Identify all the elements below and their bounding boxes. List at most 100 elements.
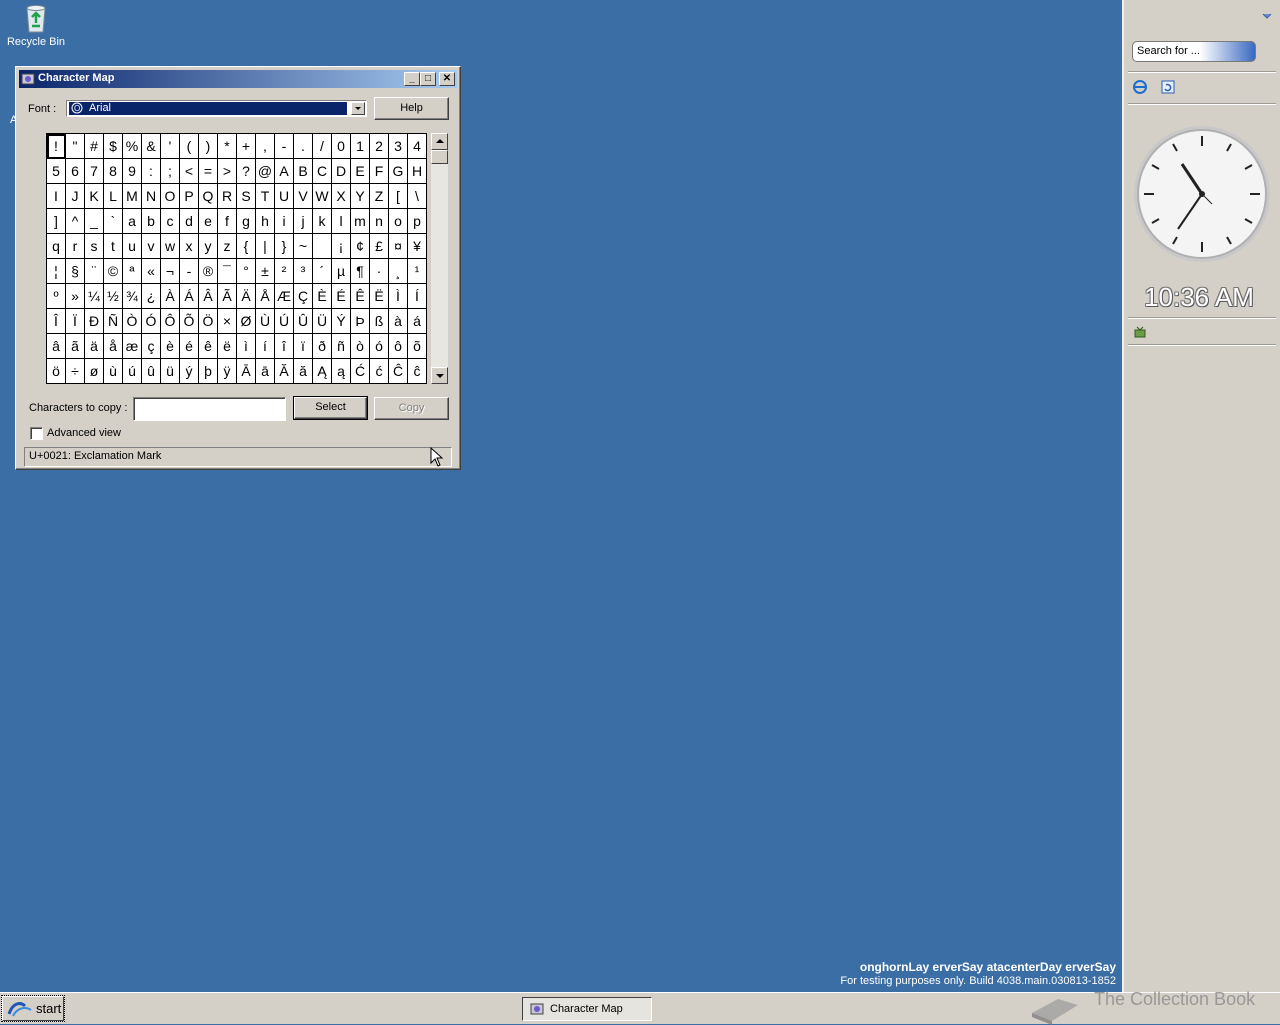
character-cell[interactable]: % <box>123 134 142 159</box>
minimize-button[interactable]: _ <box>404 72 420 86</box>
character-cell[interactable]: . <box>294 134 313 159</box>
character-cell[interactable]: ó <box>370 334 389 359</box>
character-cell[interactable]: \ <box>408 184 427 209</box>
characters-to-copy-input[interactable] <box>133 397 286 421</box>
character-cell[interactable]: - <box>275 134 294 159</box>
character-cell[interactable]: 6 <box>66 159 85 184</box>
character-cell[interactable]: z <box>218 234 237 259</box>
recycle-bin-icon-group[interactable]: Recycle Bin <box>4 2 68 48</box>
character-cell[interactable]: é <box>180 334 199 359</box>
character-cell[interactable]: Ñ <box>104 309 123 334</box>
character-cell[interactable]: [ <box>389 184 408 209</box>
character-cell[interactable]: ´ <box>313 259 332 284</box>
help-button[interactable]: Help <box>374 97 449 120</box>
character-cell[interactable]: Ù <box>256 309 275 334</box>
character-cell[interactable]: * <box>218 134 237 159</box>
character-cell[interactable]: Ç <box>294 284 313 309</box>
character-cell[interactable]: 1 <box>351 134 370 159</box>
character-cell[interactable]: ñ <box>332 334 351 359</box>
character-cell[interactable]: Ã <box>218 284 237 309</box>
character-cell[interactable]: S <box>237 184 256 209</box>
character-cell[interactable]: X <box>332 184 351 209</box>
character-cell[interactable]: ¯ <box>218 259 237 284</box>
character-cell[interactable]: Ê <box>351 284 370 309</box>
character-cell[interactable]: ¦ <box>47 259 66 284</box>
character-cell[interactable]: Ò <box>123 309 142 334</box>
character-cell[interactable]: Ą <box>313 359 332 384</box>
character-cell[interactable]: À <box>161 284 180 309</box>
character-cell[interactable]: o <box>389 209 408 234</box>
character-cell[interactable]: µ <box>332 259 351 284</box>
character-cell[interactable]: Ā <box>237 359 256 384</box>
character-cell[interactable]: õ <box>408 334 427 359</box>
character-cell[interactable]: Î <box>47 309 66 334</box>
character-cell[interactable]: Ý <box>332 309 351 334</box>
character-cell[interactable]: + <box>237 134 256 159</box>
character-cell[interactable]: 2 <box>370 134 389 159</box>
character-cell[interactable]: y <box>199 234 218 259</box>
character-cell[interactable]: : <box>142 159 161 184</box>
character-cell[interactable]: ; <box>161 159 180 184</box>
character-cell[interactable]: # <box>85 134 104 159</box>
character-cell[interactable]: ( <box>180 134 199 159</box>
character-cell[interactable]: 9 <box>123 159 142 184</box>
character-cell[interactable]: Í <box>408 284 427 309</box>
character-cell[interactable]: £ <box>370 234 389 259</box>
character-cell[interactable]: ý <box>180 359 199 384</box>
character-cell[interactable]: Ú <box>275 309 294 334</box>
character-cell[interactable]: U <box>275 184 294 209</box>
character-cell[interactable]: v <box>142 234 161 259</box>
character-cell[interactable]: è <box>161 334 180 359</box>
character-cell[interactable]: Ô <box>161 309 180 334</box>
character-cell[interactable]: ã <box>66 334 85 359</box>
character-cell[interactable]: Z <box>370 184 389 209</box>
character-cell[interactable]: ß <box>370 309 389 334</box>
grid-scrollbar[interactable] <box>431 133 448 384</box>
character-cell[interactable]: ` <box>104 209 123 234</box>
character-cell[interactable]: , <box>256 134 275 159</box>
character-cell[interactable]: w <box>161 234 180 259</box>
character-cell[interactable]: i <box>275 209 294 234</box>
character-cell[interactable]: D <box>332 159 351 184</box>
character-cell[interactable]: ü <box>161 359 180 384</box>
advanced-view-checkbox[interactable] <box>30 427 43 440</box>
character-cell[interactable]: ª <box>123 259 142 284</box>
character-cell[interactable]: ^ <box>66 209 85 234</box>
character-cell[interactable]: Y <box>351 184 370 209</box>
character-cell[interactable]: M <box>123 184 142 209</box>
character-cell[interactable]: ¬ <box>161 259 180 284</box>
character-cell[interactable]: l <box>332 209 351 234</box>
close-button[interactable]: ✕ <box>439 72 455 86</box>
scroll-thumb[interactable] <box>431 150 448 164</box>
character-cell[interactable]: ì <box>237 334 256 359</box>
character-cell[interactable]: r <box>66 234 85 259</box>
character-cell[interactable]: ¼ <box>85 284 104 309</box>
character-cell[interactable]: b <box>142 209 161 234</box>
character-cell[interactable]: 4 <box>408 134 427 159</box>
scroll-down-button[interactable] <box>431 367 448 384</box>
character-cell[interactable]: P <box>180 184 199 209</box>
character-cell[interactable]: · <box>370 259 389 284</box>
character-cell[interactable]: e <box>199 209 218 234</box>
character-cell[interactable]: Ć <box>351 359 370 384</box>
character-cell[interactable]: ° <box>237 259 256 284</box>
character-cell[interactable]: ë <box>218 334 237 359</box>
character-cell[interactable]: $ <box>104 134 123 159</box>
character-cell[interactable]: & <box>142 134 161 159</box>
character-cell[interactable]: Â <box>199 284 218 309</box>
character-cell[interactable]: ¤ <box>389 234 408 259</box>
character-cell[interactable]: | <box>256 234 275 259</box>
character-cell[interactable]: ) <box>199 134 218 159</box>
character-cell[interactable]: î <box>275 334 294 359</box>
character-cell[interactable]: » <box>66 284 85 309</box>
character-cell[interactable]: ~ <box>294 234 313 259</box>
character-cell[interactable]: 8 <box>104 159 123 184</box>
character-cell[interactable]: Ø <box>237 309 256 334</box>
character-cell[interactable]: d <box>180 209 199 234</box>
character-cell[interactable]: ' <box>161 134 180 159</box>
character-cell[interactable]: m <box>351 209 370 234</box>
advanced-view-label[interactable]: Advanced view <box>47 427 121 439</box>
character-cell[interactable]: 7 <box>85 159 104 184</box>
character-cell[interactable]: L <box>104 184 123 209</box>
character-cell[interactable]: Á <box>180 284 199 309</box>
